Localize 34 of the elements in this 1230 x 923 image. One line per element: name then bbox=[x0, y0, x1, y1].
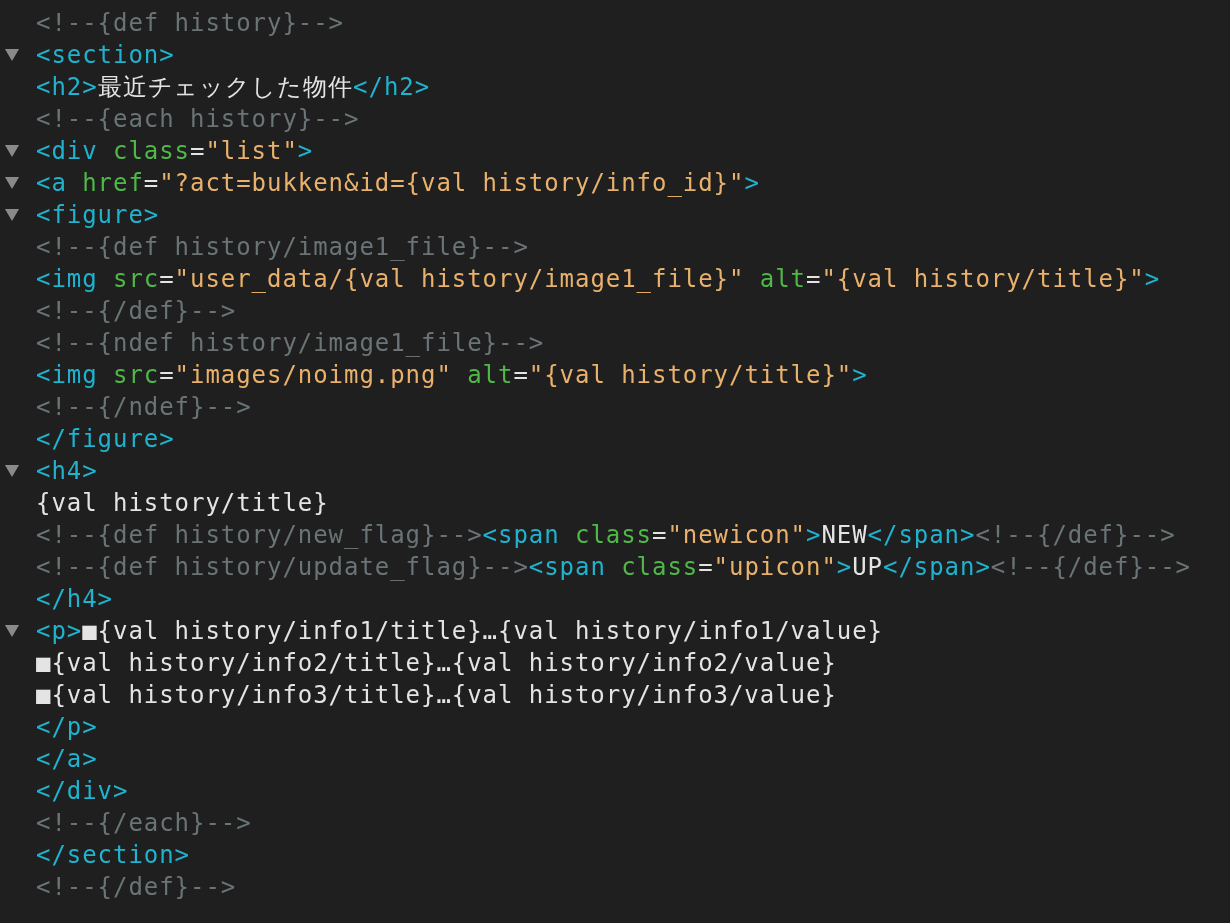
code-line: <figure> bbox=[36, 201, 160, 229]
code-line: </p> bbox=[36, 713, 98, 741]
code-line: ■{val history/info2/title}…{val history/info2/value} bbox=[36, 649, 837, 677]
fold-icon[interactable] bbox=[5, 209, 19, 221]
code-line: ■{val history/info3/title}…{val history/info3/value} bbox=[36, 681, 837, 709]
code-line: <div class="list"> bbox=[36, 137, 314, 165]
fold-icon[interactable] bbox=[5, 145, 19, 157]
code-line: <!--{def history}--> bbox=[36, 9, 344, 37]
code-line: </h4> bbox=[36, 585, 113, 613]
code-line: <img src="images/noimg.png" alt="{val history/title}"> bbox=[36, 361, 868, 389]
code-line: <!--{ndef history/image1_file}--> bbox=[36, 329, 545, 357]
code-line: <h4> bbox=[36, 457, 98, 485]
code-line: <a href="?act=bukken&id={val history/info_id}"> bbox=[36, 169, 760, 197]
code-line: <!--{/def}--> bbox=[36, 297, 237, 325]
code-line: <section> bbox=[36, 41, 175, 69]
fold-icon[interactable] bbox=[5, 177, 19, 189]
code-line: <p>■{val history/info1/title}…{val history/info1/value} bbox=[36, 617, 883, 645]
code-line: <h2>最近チェックした物件</h2> bbox=[36, 72, 431, 103]
code-line: </figure> bbox=[36, 425, 175, 453]
code-line: <!--{each history}--> bbox=[36, 105, 360, 133]
code-line: {val history/title} bbox=[36, 489, 329, 517]
code-line: <img src="user_data/{val history/image1_file}" alt="{val history/title}"> bbox=[36, 265, 1161, 293]
code-line: <!--{def history/update_flag}--><span class="upicon">UP</span><!--{/def}--> bbox=[36, 553, 1191, 581]
fold-icon[interactable] bbox=[5, 465, 19, 477]
code-line: </a> bbox=[36, 745, 98, 773]
code-line: </div> bbox=[36, 777, 129, 805]
fold-icon[interactable] bbox=[5, 625, 19, 637]
code-line: <!--{/ndef}--> bbox=[36, 393, 252, 421]
code-line: <!--{def history/image1_file}--> bbox=[36, 233, 529, 261]
code-line: <!--{/def}--> bbox=[36, 873, 237, 901]
fold-icon[interactable] bbox=[5, 49, 19, 61]
code-line: <!--{def history/new_flag}--><span class="newicon">NEW</span><!--{/def}--> bbox=[36, 521, 1176, 549]
code-line: </section> bbox=[36, 841, 190, 869]
code-line: <!--{/each}--> bbox=[36, 809, 252, 837]
